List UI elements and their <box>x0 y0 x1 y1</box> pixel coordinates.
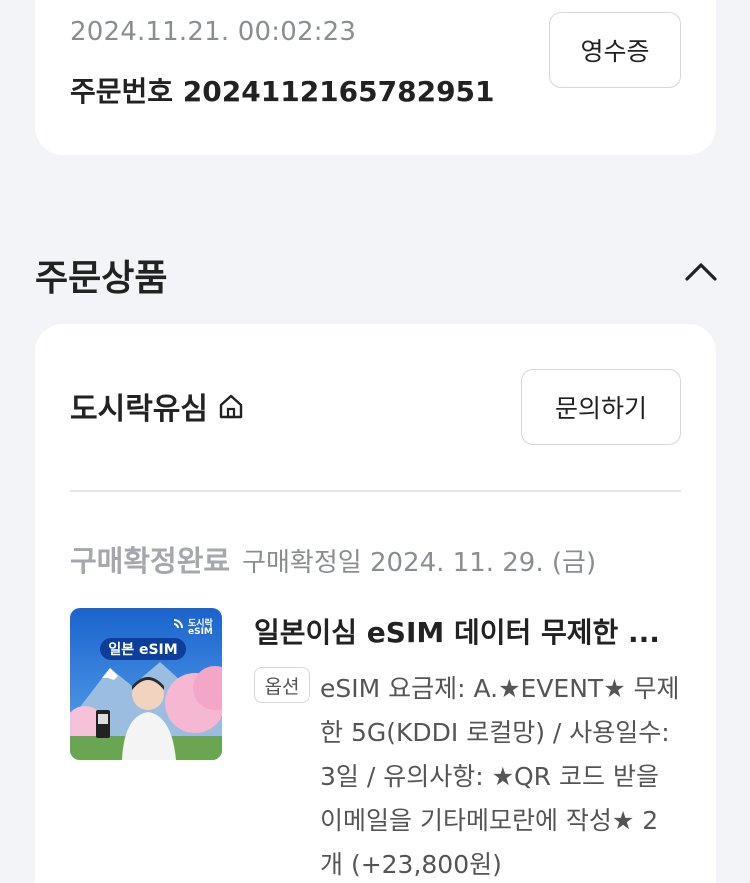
product-name[interactable]: 일본이심 eSIM 데이터 무제한 ... <box>254 611 660 651</box>
order-number-value: 2024112165782951 <box>182 75 495 108</box>
seller-row[interactable]: 도시락유심 <box>70 384 246 428</box>
option-details: eSIM 요금제: A.★EVENT★ 무제한 5G(KDDI 로컬망) / 사… <box>320 667 680 883</box>
section-title-order-items: 주문상품 <box>35 258 168 299</box>
product-thumbnail[interactable]: 도시락 eSIM 일본 eSIM <box>70 608 222 760</box>
purchase-status: 구매확정완료 <box>70 544 231 578</box>
item-status-row: 구매확정완료 구매확정일 2024. 11. 29. (금) <box>70 538 596 580</box>
purchase-confirm-date: 구매확정일 2024. 11. 29. (금) <box>242 548 597 578</box>
option-description: eSIM 요금제: A.★EVENT★ 무제한 5G(KDDI 로컬망) / 사… <box>320 674 680 835</box>
chevron-up-icon[interactable] <box>684 260 718 282</box>
home-icon[interactable] <box>216 391 246 421</box>
option-badge: 옵션 <box>254 667 310 703</box>
seller-name[interactable]: 도시락유심 <box>70 384 208 428</box>
thumbnail-brand-line2: eSIM <box>188 627 213 637</box>
thumbnail-banner: 일본 eSIM <box>108 642 178 658</box>
inquiry-button[interactable]: 문의하기 <box>521 369 681 445</box>
order-info-card: 2024.11.21. 00:02:23 주문번호 20241121657829… <box>35 0 716 155</box>
order-datetime: 2024.11.21. 00:02:23 <box>70 17 357 47</box>
order-number: 주문번호 2024112165782951 <box>70 70 495 110</box>
divider <box>70 490 681 492</box>
order-number-label: 주문번호 <box>70 75 174 108</box>
order-item-card: 도시락유심 문의하기 구매확정완료 구매확정일 2024. 11. 29. (금… <box>35 324 716 883</box>
receipt-button[interactable]: 영수증 <box>549 12 681 88</box>
